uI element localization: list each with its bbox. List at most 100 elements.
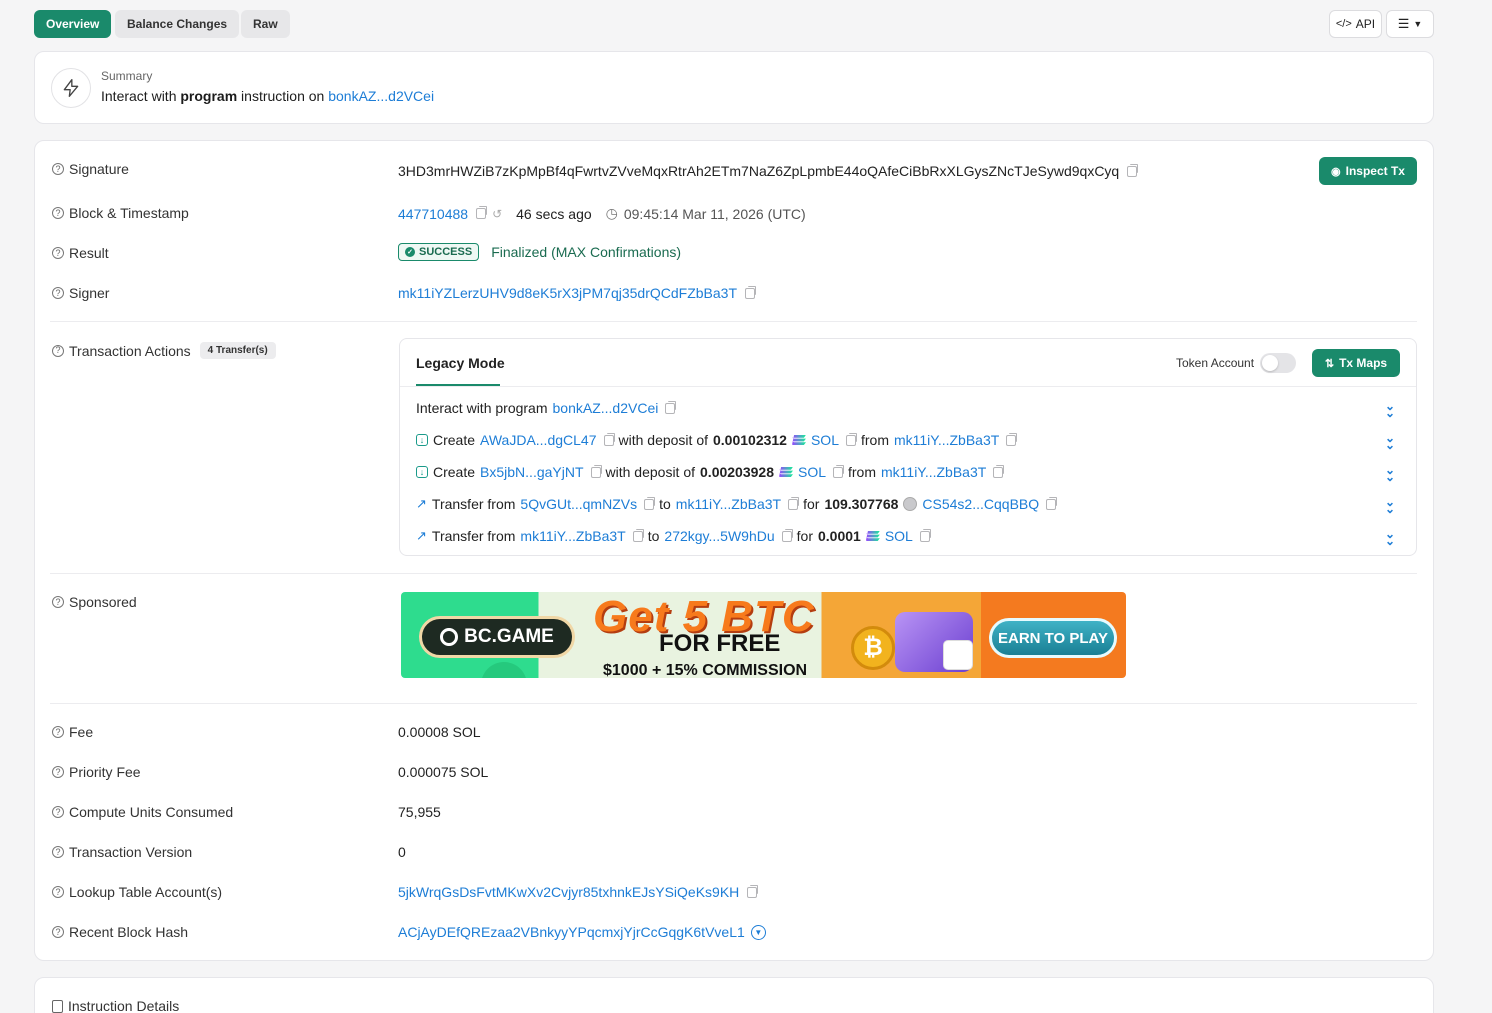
copy-icon[interactable] [788, 496, 800, 510]
block-link[interactable]: 447710488 [398, 206, 468, 222]
copy-icon[interactable] [476, 206, 488, 219]
priority-fee-value: 0.000075 SOL [398, 764, 489, 780]
history-icon[interactable]: ↺ [492, 207, 502, 221]
help-icon: ? [52, 344, 64, 357]
divider [50, 321, 1417, 322]
result-value: ✓ SUCCESS Finalized (MAX Confirmations) [398, 243, 681, 261]
instruction-details-label: Instruction Details [52, 998, 179, 1013]
copy-icon[interactable] [833, 464, 844, 478]
expand-icon[interactable]: ⌄ ⌄ [1385, 400, 1395, 420]
expand-icon[interactable]: ⌄ ⌄ [1385, 496, 1395, 516]
tab-balance-changes[interactable]: Balance Changes [115, 10, 240, 38]
signer-link[interactable]: mk11iYZLerzUHV9d8eK5rX3jPM7qj35drQCdFZbB… [398, 285, 737, 301]
result-label: ? Result [52, 245, 109, 261]
divider [50, 703, 1417, 704]
token-link[interactable]: SOL [811, 432, 839, 448]
token-link[interactable]: SOL [885, 528, 913, 544]
chevron-down-icon: ▼ [1413, 19, 1423, 29]
lookup-table-label: ? Lookup Table Account(s) [52, 884, 222, 900]
bitcoin-icon: ₿ [851, 626, 895, 670]
help-icon: ? [52, 926, 64, 938]
account-link[interactable]: mk11iY...ZbBa3T [881, 464, 986, 480]
copy-icon[interactable] [747, 884, 759, 898]
copy-icon[interactable] [603, 432, 615, 446]
tab-raw[interactable]: Raw [241, 10, 290, 38]
arrow-up-right-icon: ↗ [416, 528, 427, 543]
copy-icon[interactable] [781, 528, 793, 542]
help-icon: ? [52, 596, 64, 608]
lookup-table-link[interactable]: 5jkWrqGsDsFvtMKwXv2Cvjyr85txhnkEJsYSiQeK… [398, 884, 739, 900]
summary-text: Interact with program instruction on bon… [101, 88, 435, 104]
help-icon: ? [52, 287, 64, 299]
account-link[interactable]: mk11iY...ZbBa3T [676, 496, 781, 512]
code-icon: </> [1335, 18, 1352, 30]
earn-to-play-button[interactable]: EARN TO PLAY [989, 618, 1117, 658]
block-hash-value: ACjAyDEfQREzaa2VBnkyyYPqcmxjYjrCcGqgK6tV… [398, 924, 766, 940]
block-hash-link[interactable]: ACjAyDEfQREzaa2VBnkyyYPqcmxjYjrCcGqgK6tV… [398, 924, 745, 940]
copy-icon[interactable] [745, 285, 756, 299]
program-link[interactable]: bonkAZ...d2VCei [553, 400, 659, 416]
help-icon: ? [52, 207, 64, 219]
account-link[interactable]: 5QvGUt...qmNZVs [520, 496, 637, 512]
copy-icon[interactable] [919, 528, 931, 542]
eye-icon: ◉ [1331, 165, 1341, 178]
token-icon [903, 497, 918, 511]
copy-icon[interactable] [845, 432, 857, 446]
copy-icon[interactable] [993, 464, 1005, 478]
copy-icon[interactable] [590, 464, 602, 478]
account-link[interactable]: mk11iY...ZbBa3T [520, 528, 625, 544]
brand-icon [440, 628, 459, 646]
api-button[interactable]: </> API [1329, 10, 1382, 38]
account-link[interactable]: Bx5jbN...gaYjNT [480, 464, 583, 480]
active-tab-indicator [416, 384, 500, 386]
help-icon: ? [52, 766, 64, 778]
signer-label: ? Signer [52, 285, 109, 301]
action-row: ↓ Create AWaJDA...dgCL47 with deposit of… [416, 432, 1018, 448]
expand-icon[interactable]: ⌄ ⌄ [1385, 464, 1395, 484]
copy-icon[interactable] [665, 400, 677, 414]
sponsored-label: ? Sponsored [52, 594, 137, 610]
fee-label: ? Fee [52, 724, 93, 740]
brand-logo: BC.GAME [419, 616, 575, 658]
token-link[interactable]: CS54s2...CqqBBQ [922, 496, 1039, 512]
map-icon: ⇅ [1324, 357, 1335, 370]
copy-icon[interactable] [1127, 163, 1139, 177]
tab-legacy-mode[interactable]: Legacy Mode [416, 355, 505, 371]
summary-card: Summary Interact with program instructio… [34, 51, 1434, 124]
copy-icon[interactable] [1006, 432, 1018, 446]
account-link[interactable]: 272kgy...5W9hDu [664, 528, 774, 544]
arrow-up-right-icon: ↗ [416, 496, 427, 511]
copy-icon[interactable] [1046, 496, 1058, 510]
tab-overview[interactable]: Overview [34, 10, 112, 38]
check-icon: ✓ [405, 247, 415, 257]
block-value: 447710488 ↺ 46 secs ago ◷ 09:45:14 Mar 1… [398, 205, 806, 222]
action-row: ↗ Transfer from mk11iY...ZbBa3T to 272kg… [416, 528, 931, 544]
signature-label: ? Signature [52, 161, 129, 177]
expand-icon[interactable]: ⌄ ⌄ [1385, 528, 1395, 548]
action-row: Interact with program bonkAZ...d2VCei [416, 400, 677, 416]
tx-maps-button[interactable]: ⇅ Tx Maps [1312, 349, 1400, 377]
chevron-down-circle-icon[interactable]: ▼ [750, 924, 766, 940]
expand-icon[interactable]: ⌄ ⌄ [1385, 432, 1395, 452]
banner-subheadline: FOR FREE [659, 630, 781, 657]
summary-program-link[interactable]: bonkAZ...d2VCei [328, 88, 434, 104]
inspect-tx-button[interactable]: ◉ Inspect Tx [1319, 157, 1417, 185]
sponsored-banner[interactable]: BC.GAME Get 5 BTC FOR FREE $1000 + 15% C… [401, 592, 1126, 678]
sol-icon [791, 435, 806, 445]
token-link[interactable]: SOL [798, 464, 826, 480]
download-icon: ↓ [416, 466, 428, 478]
copy-icon[interactable] [632, 528, 644, 542]
action-row: ↓ Create Bx5jbN...gaYjNT with deposit of… [416, 464, 1005, 480]
help-icon: ? [52, 726, 64, 738]
account-link[interactable]: AWaJDA...dgCL47 [480, 432, 596, 448]
signature-value: 3HD3mrHWZiB7zKpMpBf4qFwrtvZVveMqxRtrAh2E… [398, 163, 1139, 179]
view-menu-button[interactable]: ☰ ▼ [1386, 10, 1434, 38]
action-row: ↗ Transfer from 5QvGUt...qmNZVs to mk11i… [416, 496, 1058, 512]
slot-machine-art: ₿ [849, 602, 989, 672]
copy-icon[interactable] [644, 496, 656, 510]
token-account-toggle[interactable] [1260, 353, 1296, 373]
account-link[interactable]: mk11iY...ZbBa3T [894, 432, 999, 448]
compute-units-label: ? Compute Units Consumed [52, 804, 233, 820]
block-label: ? Block & Timestamp [52, 205, 189, 221]
instruction-details-card [34, 977, 1434, 1013]
